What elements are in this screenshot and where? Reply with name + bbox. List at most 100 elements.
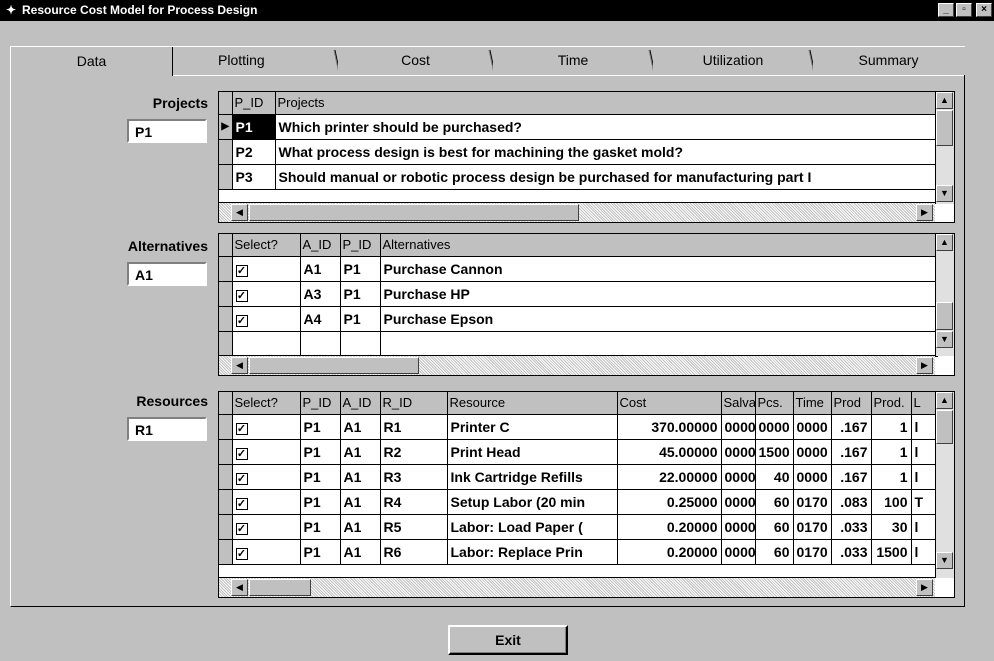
project-id-field[interactable]: P1: [127, 119, 207, 143]
cost-cell[interactable]: 370.00000: [617, 414, 722, 440]
cost-cell[interactable]: 45.00000: [617, 439, 722, 465]
project-name-cell[interactable]: What process design is best for machinin…: [275, 139, 938, 165]
row-selector[interactable]: [219, 414, 233, 440]
scroll-left-icon[interactable]: ◀: [231, 579, 248, 596]
project-id-cell[interactable]: P1: [300, 414, 341, 440]
scroll-thumb[interactable]: [936, 410, 953, 444]
close-button[interactable]: ×: [976, 3, 992, 17]
prod-cell[interactable]: .167: [831, 414, 872, 440]
resource-id-cell[interactable]: R3: [380, 464, 448, 490]
scroll-down-icon[interactable]: ▼: [936, 331, 953, 348]
scroll-thumb[interactable]: [936, 302, 953, 330]
empty-cell[interactable]: [232, 331, 301, 357]
projects-vertical-scrollbar[interactable]: ▲ ▼: [935, 92, 954, 204]
row-selector[interactable]: [219, 139, 233, 165]
row-selector[interactable]: [219, 464, 233, 490]
extra-cell[interactable]: l: [911, 464, 938, 490]
row-selector[interactable]: [219, 306, 233, 332]
alternative-id-cell[interactable]: A3: [300, 281, 341, 307]
row-selector[interactable]: [219, 439, 233, 465]
project-id-cell[interactable]: P1: [340, 306, 381, 332]
scroll-up-icon[interactable]: ▲: [936, 234, 953, 251]
resource-name-cell[interactable]: Printer C: [447, 414, 618, 440]
select-checkbox[interactable]: ✓: [235, 314, 248, 327]
alternative-name-cell[interactable]: Purchase HP: [380, 281, 938, 307]
scroll-up-icon[interactable]: ▲: [936, 92, 953, 109]
table-row[interactable]: ▶ P1 Which printer should be purchased?: [219, 114, 938, 140]
pieces-cell[interactable]: 60: [755, 489, 794, 515]
pieces-cell[interactable]: 0000: [755, 414, 794, 440]
pieces-cell[interactable]: 60: [755, 539, 794, 565]
extra-cell[interactable]: T: [911, 489, 938, 515]
resource-id-cell[interactable]: R2: [380, 439, 448, 465]
extra-cell[interactable]: l: [911, 414, 938, 440]
alternatives-vertical-scrollbar[interactable]: ▲ ▼: [935, 234, 954, 356]
col-header-prod[interactable]: Prod: [831, 392, 872, 415]
alternative-id-cell[interactable]: A1: [340, 464, 381, 490]
time-cell[interactable]: 0170: [793, 489, 832, 515]
project-name-cell[interactable]: Which printer should be purchased?: [275, 114, 938, 140]
scroll-right-icon[interactable]: ▶: [916, 357, 933, 374]
col-header-a-id[interactable]: A_ID: [340, 392, 381, 415]
alternative-id-cell[interactable]: A1: [300, 256, 341, 282]
tab-time[interactable]: Time: [493, 46, 656, 76]
col-header-cost[interactable]: Cost: [617, 392, 722, 415]
select-checkbox[interactable]: ✓: [235, 447, 248, 460]
project-id-cell[interactable]: P1: [300, 489, 341, 515]
col-header-select[interactable]: Select?: [232, 392, 301, 415]
pieces-cell[interactable]: 40: [755, 464, 794, 490]
salvage-cell[interactable]: 0000: [721, 464, 756, 490]
prod-cell[interactable]: .033: [831, 539, 872, 565]
select-checkbox[interactable]: ✓: [235, 422, 248, 435]
alternative-id-cell[interactable]: A1: [340, 489, 381, 515]
resource-name-cell[interactable]: Print Head: [447, 439, 618, 465]
cost-cell[interactable]: 0.20000: [617, 514, 722, 540]
resource-name-cell[interactable]: Labor: Load Paper (: [447, 514, 618, 540]
projects-horizontal-scrollbar[interactable]: ◀ ▶: [219, 202, 935, 222]
table-row[interactable]: ✓ A1 P1 Purchase Cannon: [219, 256, 938, 282]
extra-cell[interactable]: l: [911, 514, 938, 540]
col-header-r-id[interactable]: R_ID: [380, 392, 448, 415]
select-checkbox[interactable]: ✓: [235, 547, 248, 560]
alternative-id-cell[interactable]: A1: [340, 414, 381, 440]
table-row[interactable]: ✓ P1 A1 R1 Printer C 370.00000 0000 0000 0000.16…: [219, 414, 938, 440]
col-header-time[interactable]: Time: [793, 392, 832, 415]
pieces-cell[interactable]: 60: [755, 514, 794, 540]
tab-data[interactable]: Data: [10, 46, 173, 76]
col-header-p-id[interactable]: P_ID: [232, 92, 276, 115]
scroll-left-icon[interactable]: ◀: [231, 204, 248, 221]
time-cell[interactable]: 0000: [793, 439, 832, 465]
select-checkbox[interactable]: ✓: [235, 497, 248, 510]
col-header-a-id[interactable]: A_ID: [300, 234, 341, 257]
tab-plotting[interactable]: Plotting: [173, 46, 341, 76]
prod2-cell[interactable]: 1: [871, 439, 912, 465]
salvage-cell[interactable]: 0000: [721, 514, 756, 540]
scroll-thumb[interactable]: [249, 204, 579, 221]
tab-utilization[interactable]: Utilization: [653, 46, 816, 76]
resource-name-cell[interactable]: Ink Cartridge Refills: [447, 464, 618, 490]
extra-cell[interactable]: l: [911, 439, 938, 465]
table-row[interactable]: P3 Should manual or robotic process desi…: [219, 164, 938, 190]
time-cell[interactable]: 0170: [793, 539, 832, 565]
table-row[interactable]: ✓ A4 P1 Purchase Epson: [219, 306, 938, 332]
prod2-cell[interactable]: 30: [871, 514, 912, 540]
empty-cell[interactable]: [300, 331, 341, 357]
alternative-name-cell[interactable]: Purchase Cannon: [380, 256, 938, 282]
project-id-cell[interactable]: P1: [232, 114, 276, 140]
tab-summary[interactable]: Summary: [813, 46, 964, 76]
resource-id-cell[interactable]: R5: [380, 514, 448, 540]
table-row[interactable]: ✓ A3 P1 Purchase HP: [219, 281, 938, 307]
alternatives-horizontal-scrollbar[interactable]: ◀ ▶: [219, 355, 935, 375]
time-cell[interactable]: 0000: [793, 414, 832, 440]
prod-cell[interactable]: .083: [831, 489, 872, 515]
time-cell[interactable]: 0170: [793, 514, 832, 540]
prod2-cell[interactable]: 1500: [871, 539, 912, 565]
project-id-cell[interactable]: P1: [340, 281, 381, 307]
row-selector[interactable]: [219, 164, 233, 190]
resource-id-cell[interactable]: R6: [380, 539, 448, 565]
prod-cell[interactable]: .167: [831, 439, 872, 465]
col-header-extra[interactable]: L: [911, 392, 938, 415]
salvage-cell[interactable]: 0000: [721, 439, 756, 465]
exit-button[interactable]: Exit: [448, 625, 568, 655]
minimize-button[interactable]: _: [938, 3, 954, 17]
